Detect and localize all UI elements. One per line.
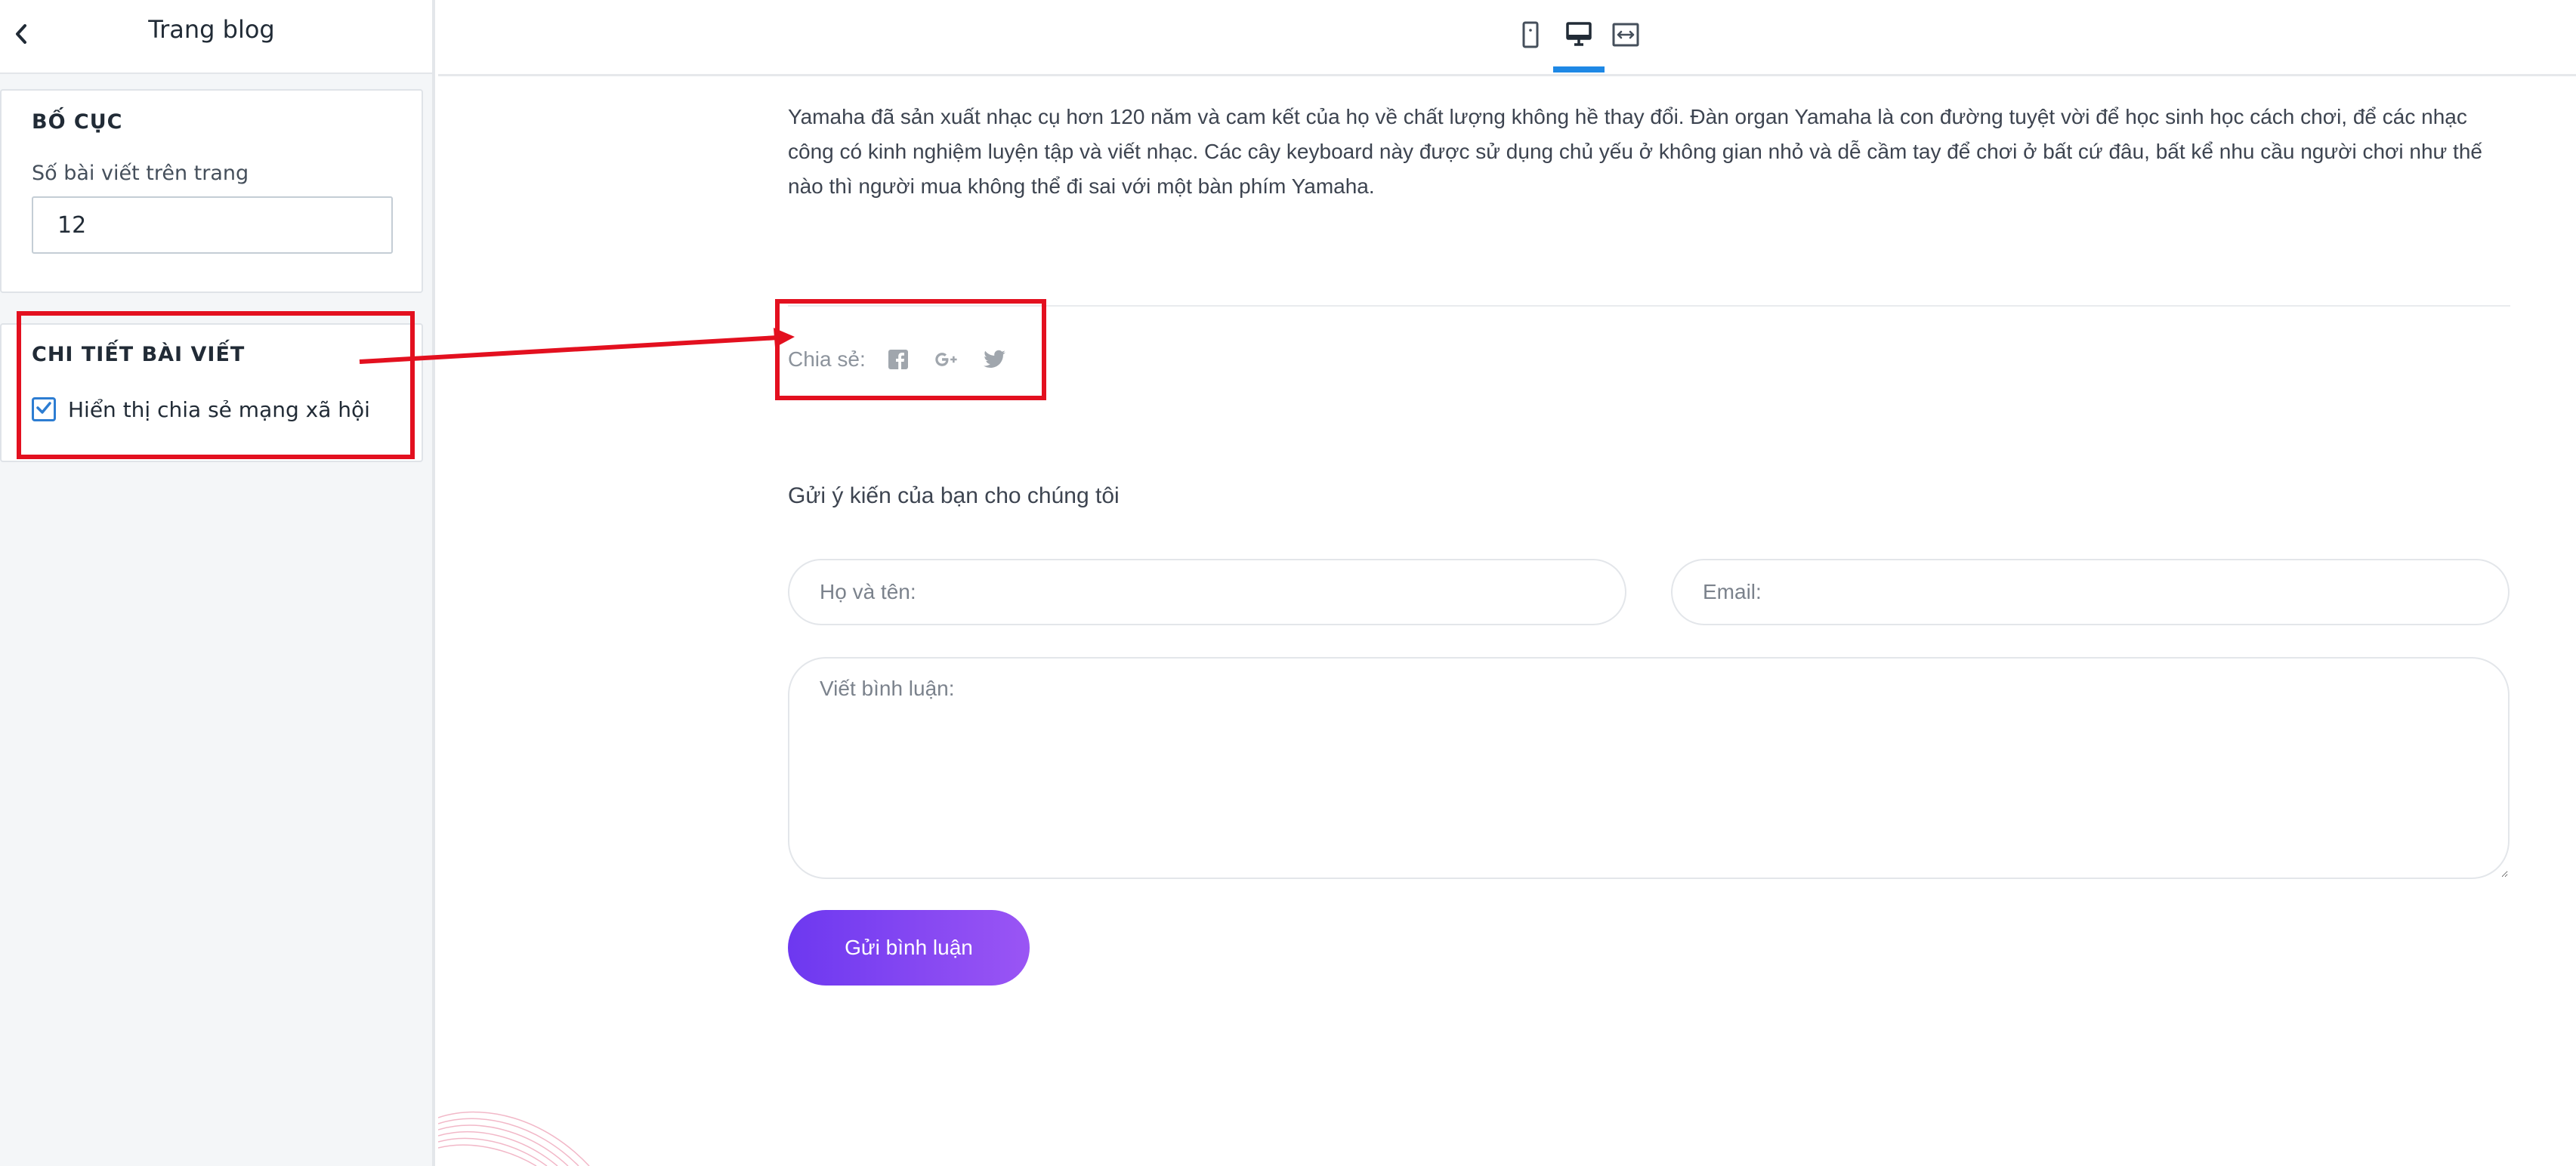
divider [788,305,2510,307]
mobile-icon [1519,21,1542,52]
decorative-swirl [438,1111,590,1166]
social-share: Chia sẻ: [788,344,1030,375]
twitter-icon[interactable] [982,347,1008,372]
social-share-checkbox[interactable] [32,397,56,421]
desktop-view-button[interactable] [1556,14,1602,59]
layout-section: BỐ CỤC Số bài viết trên trang [0,89,423,293]
submit-comment-button[interactable]: Gửi bình luận [788,910,1030,986]
post-detail-section-heading: CHI TIẾT BÀI VIẾT [32,343,246,366]
post-detail-section: CHI TIẾT BÀI VIẾT Hiển thị chia sẻ mạng … [0,323,423,462]
social-share-option[interactable]: Hiển thị chia sẻ mạng xã hội [32,394,370,424]
sidebar-title: Trang blog [148,15,275,44]
social-share-label: Hiển thị chia sẻ mạng xã hội [68,396,370,422]
fullwidth-icon [1611,21,1640,52]
layout-section-heading: BỐ CỤC [32,110,123,134]
posts-per-page-label: Số bài viết trên trang [32,162,249,185]
facebook-icon[interactable] [885,347,911,372]
checkmark-icon [36,399,52,419]
active-device-indicator [1553,66,1605,72]
email-field[interactable] [1671,559,2510,625]
article-body: Yamaha đã sản xuất nhạc cụ hơn 120 năm v… [788,105,2482,198]
device-preview-bar [438,0,2576,76]
comment-form-title: Gửi ý kiến của bạn cho chúng tôi [788,483,1120,508]
google-plus-icon[interactable] [934,347,959,372]
comment-field[interactable] [788,657,2510,879]
desktop-icon [1565,21,1592,52]
share-label: Chia sẻ: [788,347,866,371]
posts-per-page-input[interactable] [32,196,393,254]
mobile-view-button[interactable] [1508,14,1553,59]
name-field[interactable] [788,559,1626,625]
fullwidth-view-button[interactable] [1603,14,1648,59]
sidebar-header: Trang blog [0,0,432,74]
settings-sidebar: Trang blog BỐ CỤC Số bài viết trên trang… [0,0,435,1166]
